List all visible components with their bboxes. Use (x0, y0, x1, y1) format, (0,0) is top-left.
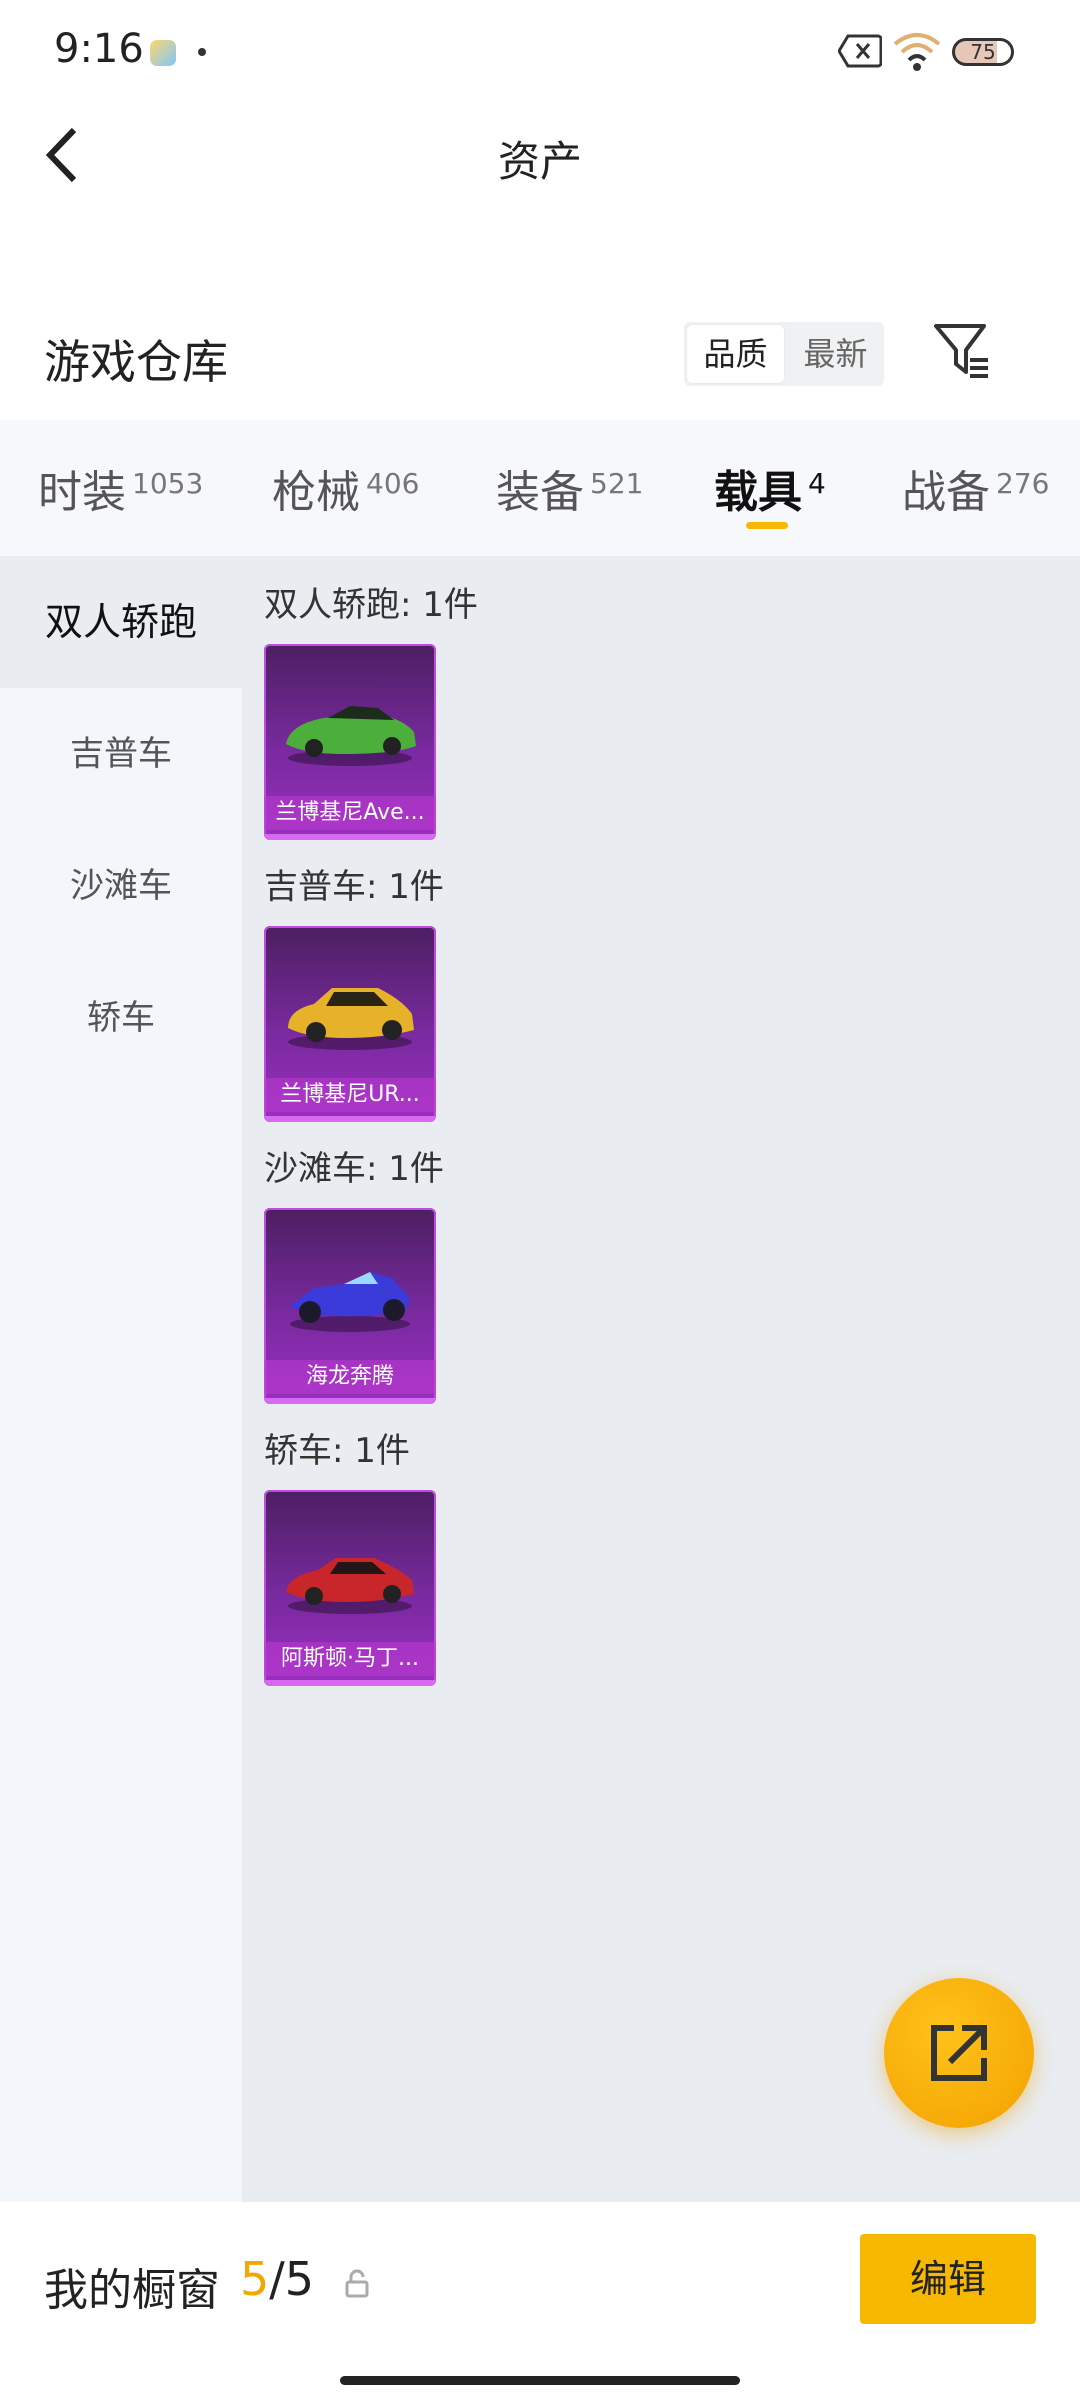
category-jeep[interactable]: 吉普车 (0, 688, 242, 820)
item-name: 兰博基尼Ave... (264, 796, 436, 830)
tab-equipment[interactable]: 装备 521 (496, 456, 643, 536)
suv-icon (288, 988, 414, 1050)
notification-app-icon (150, 40, 176, 66)
item-group: 双人轿跑: 1件 兰博基尼Ave... (264, 576, 478, 840)
tab-label: 战备 (902, 467, 990, 518)
sports-car-icon (286, 706, 416, 766)
tab-label: 时装 (38, 467, 126, 518)
tab-count: 4 (808, 467, 826, 500)
item-group: 沙滩车: 1件 海龙奔腾 (264, 1140, 444, 1404)
group-title: 吉普车: 1件 (264, 867, 444, 907)
item-card[interactable]: 兰博基尼Ave... (264, 644, 436, 840)
status-time: 9:16 (54, 26, 144, 72)
item-card[interactable]: 阿斯顿·马丁... (264, 1490, 436, 1686)
notification-dot-icon (198, 48, 206, 56)
tab-count: 406 (366, 467, 420, 500)
item-name: 兰博基尼UR... (264, 1078, 436, 1112)
edit-button[interactable]: 编辑 (860, 2234, 1036, 2324)
no-sim-icon (838, 34, 882, 68)
showcase-current: 5 (240, 2252, 270, 2306)
lock-icon (345, 2269, 369, 2298)
category-sedan[interactable]: 轿车 (0, 952, 242, 1084)
vehicle-items-panel: 双人轿跑: 1件 兰博基尼Ave... 吉普车: 1件 兰博基尼UR... 沙滩… (242, 556, 1080, 2202)
item-name: 阿斯顿·马丁... (264, 1642, 436, 1676)
tab-fashion[interactable]: 时装 1053 (38, 456, 203, 536)
share-icon (931, 2025, 987, 2081)
showcase-bar: 我的橱窗 5/5 编辑 (0, 2202, 1080, 2400)
home-indicator[interactable] (340, 2376, 740, 2385)
tab-weapons[interactable]: 枪械 406 (272, 456, 419, 536)
battery-indicator: 75 (952, 38, 1014, 66)
sort-toggle: 品质 最新 (684, 322, 884, 386)
tab-count: 1053 (132, 467, 204, 500)
tab-count: 521 (590, 467, 644, 500)
category-beach-buggy[interactable]: 沙滩车 (0, 820, 242, 952)
item-group: 轿车: 1件 阿斯顿·马丁... (264, 1422, 436, 1686)
beach-buggy-icon (290, 1272, 410, 1332)
category-tabs: 时装 1053 枪械 406 装备 521 载具 4 战备 276 (0, 420, 1080, 556)
sedan-icon (286, 1558, 414, 1614)
tab-count: 276 (996, 467, 1050, 500)
category-two-seat-coupe[interactable]: 双人轿跑 (0, 556, 242, 688)
warehouse-title: 游戏仓库 (44, 335, 228, 389)
group-title: 沙滩车: 1件 (264, 1149, 444, 1189)
status-bar: 9:16 75 (0, 0, 1080, 104)
group-title: 双人轿跑: 1件 (264, 585, 478, 625)
showcase-label: 我的橱窗 (44, 2265, 220, 2316)
item-name: 海龙奔腾 (264, 1360, 436, 1394)
item-card[interactable]: 兰博基尼UR... (264, 926, 436, 1122)
share-button[interactable] (884, 1978, 1034, 2128)
showcase-count: 5/5 (240, 2252, 314, 2306)
showcase-total: /5 (269, 2252, 315, 2306)
active-tab-indicator (746, 522, 788, 529)
sort-by-quality[interactable]: 品质 (687, 325, 784, 383)
group-title: 轿车: 1件 (264, 1431, 410, 1471)
sort-by-newest[interactable]: 最新 (787, 322, 884, 386)
page-title: 资产 (497, 137, 582, 186)
wifi-icon (893, 33, 941, 71)
item-group: 吉普车: 1件 兰博基尼UR... (264, 858, 444, 1122)
item-card[interactable]: 海龙奔腾 (264, 1208, 436, 1404)
tab-label: 装备 (496, 467, 584, 518)
filter-icon[interactable] (932, 320, 992, 382)
tab-label: 载具 (714, 467, 802, 518)
tab-battle-gear[interactable]: 战备 276 (902, 456, 1049, 536)
tab-label: 枪械 (272, 467, 360, 518)
vehicle-category-list: 双人轿跑 吉普车 沙滩车 轿车 (0, 556, 242, 2202)
